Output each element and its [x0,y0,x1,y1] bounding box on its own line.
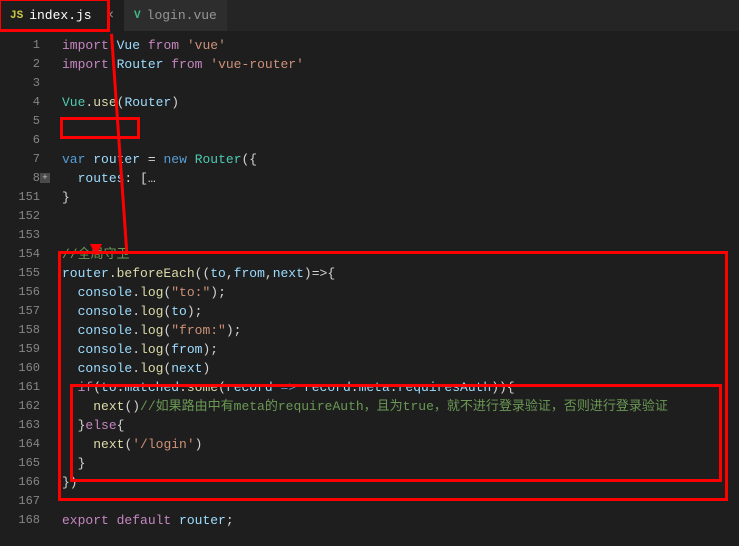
code-line[interactable]: console.log(to); [62,302,739,321]
code-line[interactable]: console.log("to:"); [62,283,739,302]
line-number: 2 [0,55,40,74]
code-line[interactable] [62,74,739,93]
code-line[interactable]: routes: [… [62,169,739,188]
code-line[interactable]: console.log(from); [62,340,739,359]
code-line[interactable] [62,226,739,245]
code-line[interactable]: } [62,188,739,207]
fold-icon[interactable]: + [40,173,50,183]
line-number: 154 [0,245,40,264]
gutter: 12345678+1511521531541551561571581591601… [0,32,56,546]
line-number: 152 [0,207,40,226]
code-line[interactable]: router.beforeEach((to,from,next)=>{ [62,264,739,283]
line-number: 4 [0,93,40,112]
line-number: 151 [0,188,40,207]
code-line[interactable]: } [62,454,739,473]
line-number: 6 [0,131,40,150]
close-icon[interactable]: × [106,8,114,24]
js-icon: JS [10,10,23,22]
code-line[interactable] [62,207,739,226]
line-number: 156 [0,283,40,302]
code-line[interactable]: export default router; [62,511,739,530]
line-number: 163 [0,416,40,435]
code-area[interactable]: import Vue from 'vue'import Router from … [56,32,739,546]
code-line[interactable]: next()//如果路由中有meta的requireAuth，且为true，就不… [62,397,739,416]
tab-login-vue[interactable]: V login.vue [124,0,227,31]
code-line[interactable]: var router = new Router({ [62,150,739,169]
line-number: 3 [0,74,40,93]
line-number: 159 [0,340,40,359]
tab-index-js[interactable]: JS index.js × [0,0,124,31]
code-line[interactable] [62,112,739,131]
line-number: 8 [0,169,40,188]
code-line[interactable]: }else{ [62,416,739,435]
code-line[interactable]: next('/login') [62,435,739,454]
line-number: 166 [0,473,40,492]
line-number: 161 [0,378,40,397]
code-line[interactable]: console.log(next) [62,359,739,378]
code-line[interactable]: import Router from 'vue-router' [62,55,739,74]
line-number: 155 [0,264,40,283]
tab-bar: JS index.js × V login.vue [0,0,739,32]
line-number: 165 [0,454,40,473]
vue-icon: V [134,10,141,22]
line-number: 160 [0,359,40,378]
line-number: 5 [0,112,40,131]
line-number: 1 [0,36,40,55]
tab-label: login.vue [147,8,217,23]
code-line[interactable]: if(to.matched.some(record => record.meta… [62,378,739,397]
code-line[interactable]: }) [62,473,739,492]
line-number: 158 [0,321,40,340]
line-number: 153 [0,226,40,245]
code-line[interactable]: console.log("from:"); [62,321,739,340]
tab-label: index.js [29,8,91,23]
code-line[interactable] [62,492,739,511]
line-number: 157 [0,302,40,321]
code-line[interactable]: import Vue from 'vue' [62,36,739,55]
code-line[interactable]: Vue.use(Router) [62,93,739,112]
line-number: 168 [0,511,40,530]
code-line[interactable] [62,131,739,150]
line-number: 162 [0,397,40,416]
line-number: 7 [0,150,40,169]
line-number: 164 [0,435,40,454]
editor[interactable]: 12345678+1511521531541551561571581591601… [0,32,739,546]
code-line[interactable]: //全局守卫 [62,245,739,264]
line-number: 167 [0,492,40,511]
